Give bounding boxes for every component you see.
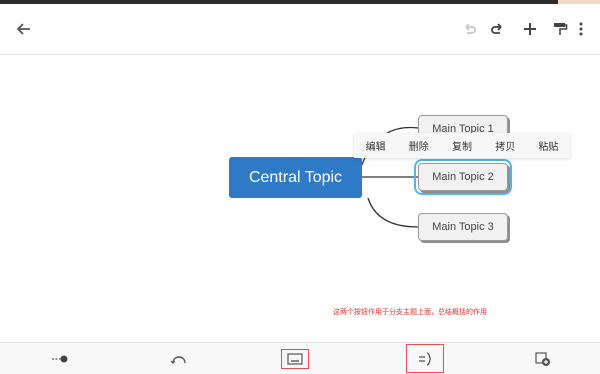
menu-item-paste[interactable]: 粘贴 — [527, 138, 570, 153]
main-topic-2[interactable]: Main Topic 2 — [414, 159, 512, 195]
insert-button[interactable] — [532, 349, 554, 369]
central-topic[interactable]: Central Topic — [229, 157, 362, 198]
boundary-button[interactable] — [168, 349, 190, 369]
arrow-left-icon — [16, 23, 30, 35]
menu-item-delete[interactable]: 删除 — [397, 138, 440, 153]
summary-bracket-icon — [419, 352, 432, 366]
menu-item-duplicate[interactable]: 拷贝 — [484, 138, 527, 153]
more-vertical-icon — [579, 22, 583, 36]
insert-icon — [535, 352, 550, 366]
format-button[interactable] — [547, 16, 573, 42]
topic-label: Main Topic 3 — [432, 221, 494, 233]
summary-bracket-button[interactable] — [414, 349, 436, 369]
context-menu: 编辑 删除 复制 拷贝 粘贴 — [354, 133, 570, 158]
menu-item-copy[interactable]: 复制 — [440, 138, 483, 153]
mindmap-canvas[interactable]: Central Topic Main Topic 1 Main Topic 2 … — [0, 55, 600, 342]
undo-icon — [465, 23, 476, 34]
redo-icon — [491, 23, 502, 34]
central-topic-label: Central Topic — [248, 168, 343, 186]
paint-roller-icon — [554, 23, 568, 35]
back-button[interactable] — [11, 16, 37, 42]
plus-icon — [524, 23, 536, 35]
summary-button[interactable] — [284, 349, 306, 369]
boundary-icon — [170, 356, 186, 364]
menu-item-edit[interactable]: 编辑 — [354, 138, 397, 153]
relationship-icon — [52, 355, 68, 363]
branch-connectors — [361, 126, 419, 228]
topic-label: Main Topic 2 — [432, 171, 494, 183]
bottom-toolbar — [0, 342, 600, 374]
relationship-button[interactable] — [49, 349, 71, 369]
annotation-note: 这两个按钮作用于分支主题上面，总结概括的作用 — [333, 308, 487, 316]
add-button[interactable] — [517, 16, 543, 42]
undo-button[interactable] — [456, 16, 482, 42]
more-button[interactable] — [573, 16, 589, 42]
top-toolbar — [0, 4, 600, 55]
main-topic-3[interactable]: Main Topic 3 — [418, 213, 508, 241]
redo-button[interactable] — [485, 16, 511, 42]
summary-icon — [287, 353, 303, 365]
